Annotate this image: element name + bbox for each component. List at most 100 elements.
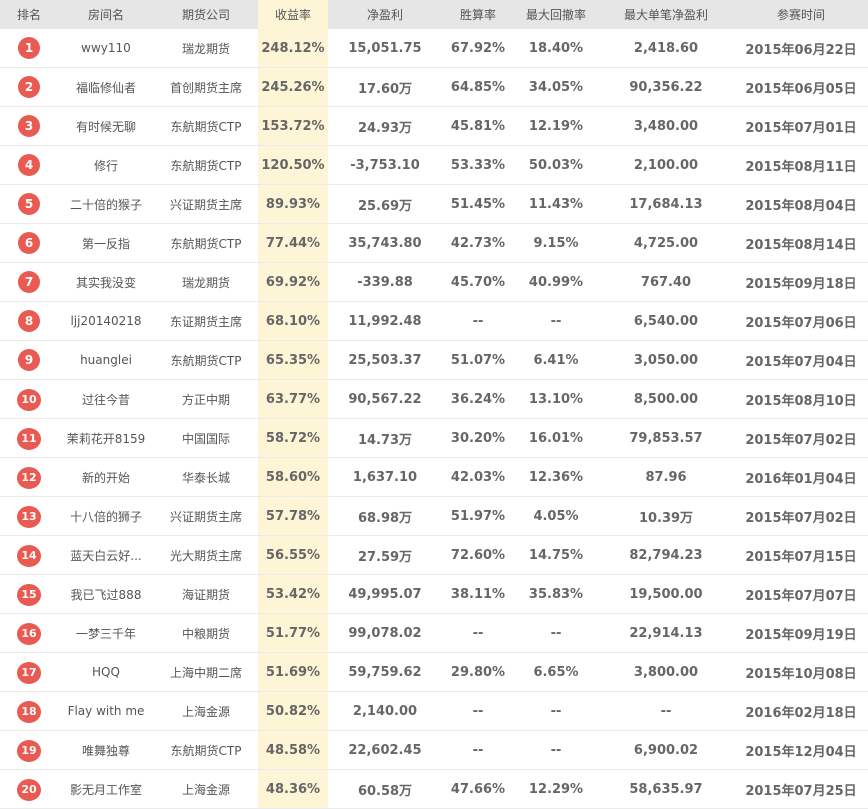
net-profit: 90,567.22 xyxy=(328,379,442,419)
rank-cell: 11 xyxy=(0,418,58,458)
win-rate: 45.81% xyxy=(442,106,514,146)
room-name-link[interactable]: 修行 xyxy=(58,145,154,185)
room-name-link[interactable]: 福临修仙者 xyxy=(58,67,154,107)
header-win-rate[interactable]: 胜算率 xyxy=(442,0,514,29)
join-date: 2015年07月06日 xyxy=(734,301,868,341)
table-row[interactable]: 20 影无月工作室 上海金源 48.36% 60.58万 47.66% 12.29% 58,6… xyxy=(0,769,868,809)
room-name-link[interactable]: ljj20140218 xyxy=(58,301,154,341)
header-max-drawdown[interactable]: 最大回撤率 xyxy=(514,0,598,29)
return-rate: 153.72% xyxy=(258,106,328,146)
return-rate: 65.35% xyxy=(258,340,328,380)
room-name-link[interactable]: 第一反指 xyxy=(58,223,154,263)
join-date: 2015年07月02日 xyxy=(734,418,868,458)
room-name-link[interactable]: 一梦三千年 xyxy=(58,613,154,653)
max-single-profit: 2,100.00 xyxy=(598,145,734,185)
room-name-link[interactable]: 我已飞过888 xyxy=(58,574,154,614)
header-return-rate[interactable]: 收益率 xyxy=(258,0,328,29)
table-row[interactable]: 16 一梦三千年 中粮期货 51.77% 99,078.02 -- -- 22,914.13 2… xyxy=(0,613,868,653)
room-name-link[interactable]: 蓝天白云好... xyxy=(58,535,154,575)
max-single-profit: 3,050.00 xyxy=(598,340,734,380)
futures-company: 上海中期二席 xyxy=(154,652,258,692)
room-name-link[interactable]: 影无月工作室 xyxy=(58,769,154,809)
table-row[interactable]: 15 我已飞过888 海证期货 53.42% 49,995.07 38.11% 35.83%… xyxy=(0,574,868,614)
room-name-link[interactable]: 十八倍的狮子 xyxy=(58,496,154,536)
net-profit: 11,992.48 xyxy=(328,301,442,341)
table-row[interactable]: 14 蓝天白云好... 光大期货主席 56.55% 27.59万 72.60% 14.75%… xyxy=(0,535,868,575)
table-row[interactable]: 4 修行 东航期货CTP 120.50% -3,753.10 53.33% 50.03% 2,… xyxy=(0,145,868,185)
max-single-profit: 82,794.23 xyxy=(598,535,734,575)
return-rate: 58.72% xyxy=(258,418,328,458)
return-rate: 48.36% xyxy=(258,769,328,809)
table-row[interactable]: 3 有时候无聊 东航期货CTP 153.72% 24.93万 45.81% 12.19% 3,… xyxy=(0,106,868,146)
table-row[interactable]: 2 福临修仙者 首创期货主席 245.26% 17.60万 64.85% 34.05% 90,… xyxy=(0,67,868,107)
table-row[interactable]: 17 HQQ 上海中期二席 51.69% 59,759.62 29.80% 6.65% 3,8… xyxy=(0,652,868,692)
net-profit: 1,637.10 xyxy=(328,457,442,497)
rank-cell: 14 xyxy=(0,535,58,575)
max-single-profit: 6,900.02 xyxy=(598,730,734,770)
rank-badge: 1 xyxy=(18,37,40,59)
table-row[interactable]: 1 wwy110 瑞龙期货 248.12% 15,051.75 67.92% 18.40% 2… xyxy=(0,29,868,68)
table-row[interactable]: 7 其实我没变 瑞龙期货 69.92% -339.88 45.70% 40.99% 767.4… xyxy=(0,262,868,302)
rank-badge: 5 xyxy=(18,193,40,215)
header-max-single-profit[interactable]: 最大单笔净盈利 xyxy=(598,0,734,29)
table-row[interactable]: 11 茉莉花开8159 中国国际 58.72% 14.73万 30.20% 16.01% 79… xyxy=(0,418,868,458)
rank-badge: 14 xyxy=(17,544,41,567)
rank-badge: 3 xyxy=(18,115,40,137)
max-drawdown: 34.05% xyxy=(514,67,598,107)
table-row[interactable]: 12 新的开始 华泰长城 58.60% 1,637.10 42.03% 12.36% 87.9… xyxy=(0,457,868,497)
room-name-link[interactable]: 有时候无聊 xyxy=(58,106,154,146)
rank-badge: 2 xyxy=(18,76,40,98)
room-name-link[interactable]: huanglei xyxy=(58,340,154,380)
header-rank[interactable]: 排名 xyxy=(0,0,58,29)
return-rate: 89.93% xyxy=(258,184,328,224)
rank-cell: 20 xyxy=(0,769,58,809)
room-name-link[interactable]: 二十倍的猴子 xyxy=(58,184,154,224)
table-row[interactable]: 10 过往今昔 方正中期 63.77% 90,567.22 36.24% 13.10% 8,5… xyxy=(0,379,868,419)
header-company[interactable]: 期货公司 xyxy=(154,0,258,29)
rank-badge: 13 xyxy=(17,505,41,528)
room-name-link[interactable]: 过往今昔 xyxy=(58,379,154,419)
room-name-link[interactable]: 其实我没变 xyxy=(58,262,154,302)
max-drawdown: 50.03% xyxy=(514,145,598,185)
table-row[interactable]: 13 十八倍的狮子 兴证期货主席 57.78% 68.98万 51.97% 4.05% 10.… xyxy=(0,496,868,536)
rank-badge: 16 xyxy=(17,622,41,645)
ranking-table: 排名 房间名 期货公司 收益率 净盈利 胜算率 最大回撤率 最大单笔净盈利 参赛… xyxy=(0,0,868,809)
max-single-profit: 79,853.57 xyxy=(598,418,734,458)
table-row[interactable]: 19 唯舞独尊 东航期货CTP 48.58% 22,602.45 -- -- 6,900.02… xyxy=(0,730,868,770)
join-date: 2015年08月10日 xyxy=(734,379,868,419)
rank-badge: 6 xyxy=(18,232,40,254)
futures-company: 兴证期货主席 xyxy=(154,496,258,536)
net-profit: 27.59万 xyxy=(328,535,442,575)
join-date: 2015年07月25日 xyxy=(734,769,868,809)
room-name-link[interactable]: Flay with me xyxy=(58,691,154,731)
rank-cell: 4 xyxy=(0,145,58,185)
room-name-link[interactable]: wwy110 xyxy=(58,29,154,68)
return-rate: 48.58% xyxy=(258,730,328,770)
join-date: 2015年07月04日 xyxy=(734,340,868,380)
room-name-link[interactable]: 新的开始 xyxy=(58,457,154,497)
join-date: 2015年12月04日 xyxy=(734,730,868,770)
table-row[interactable]: 9 huanglei 东航期货CTP 65.35% 25,503.37 51.07% 6.4… xyxy=(0,340,868,380)
rank-cell: 16 xyxy=(0,613,58,653)
header-net-profit[interactable]: 净盈利 xyxy=(328,0,442,29)
table-row[interactable]: 18 Flay with me 上海金源 50.82% 2,140.00 -- -- -- 20… xyxy=(0,691,868,731)
max-drawdown: 12.19% xyxy=(514,106,598,146)
join-date: 2015年07月02日 xyxy=(734,496,868,536)
table-row[interactable]: 8 ljj20140218 东证期货主席 68.10% 11,992.48 -- -- 6,5… xyxy=(0,301,868,341)
win-rate: 72.60% xyxy=(442,535,514,575)
header-room[interactable]: 房间名 xyxy=(58,0,154,29)
net-profit: -3,753.10 xyxy=(328,145,442,185)
max-drawdown: -- xyxy=(514,730,598,770)
table-row[interactable]: 6 第一反指 东航期货CTP 77.44% 35,743.80 42.73% 9.15% 4,… xyxy=(0,223,868,263)
join-date: 2015年07月15日 xyxy=(734,535,868,575)
max-single-profit: 3,480.00 xyxy=(598,106,734,146)
return-rate: 77.44% xyxy=(258,223,328,263)
room-name-link[interactable]: HQQ xyxy=(58,652,154,692)
table-row[interactable]: 5 二十倍的猴子 兴证期货主席 89.93% 25.69万 51.45% 11.43% 17,… xyxy=(0,184,868,224)
header-join-date[interactable]: 参赛时间 xyxy=(734,0,868,29)
room-name-link[interactable]: 茉莉花开8159 xyxy=(58,418,154,458)
room-name-link[interactable]: 唯舞独尊 xyxy=(58,730,154,770)
rank-badge: 7 xyxy=(18,271,40,293)
join-date: 2015年07月01日 xyxy=(734,106,868,146)
return-rate: 57.78% xyxy=(258,496,328,536)
